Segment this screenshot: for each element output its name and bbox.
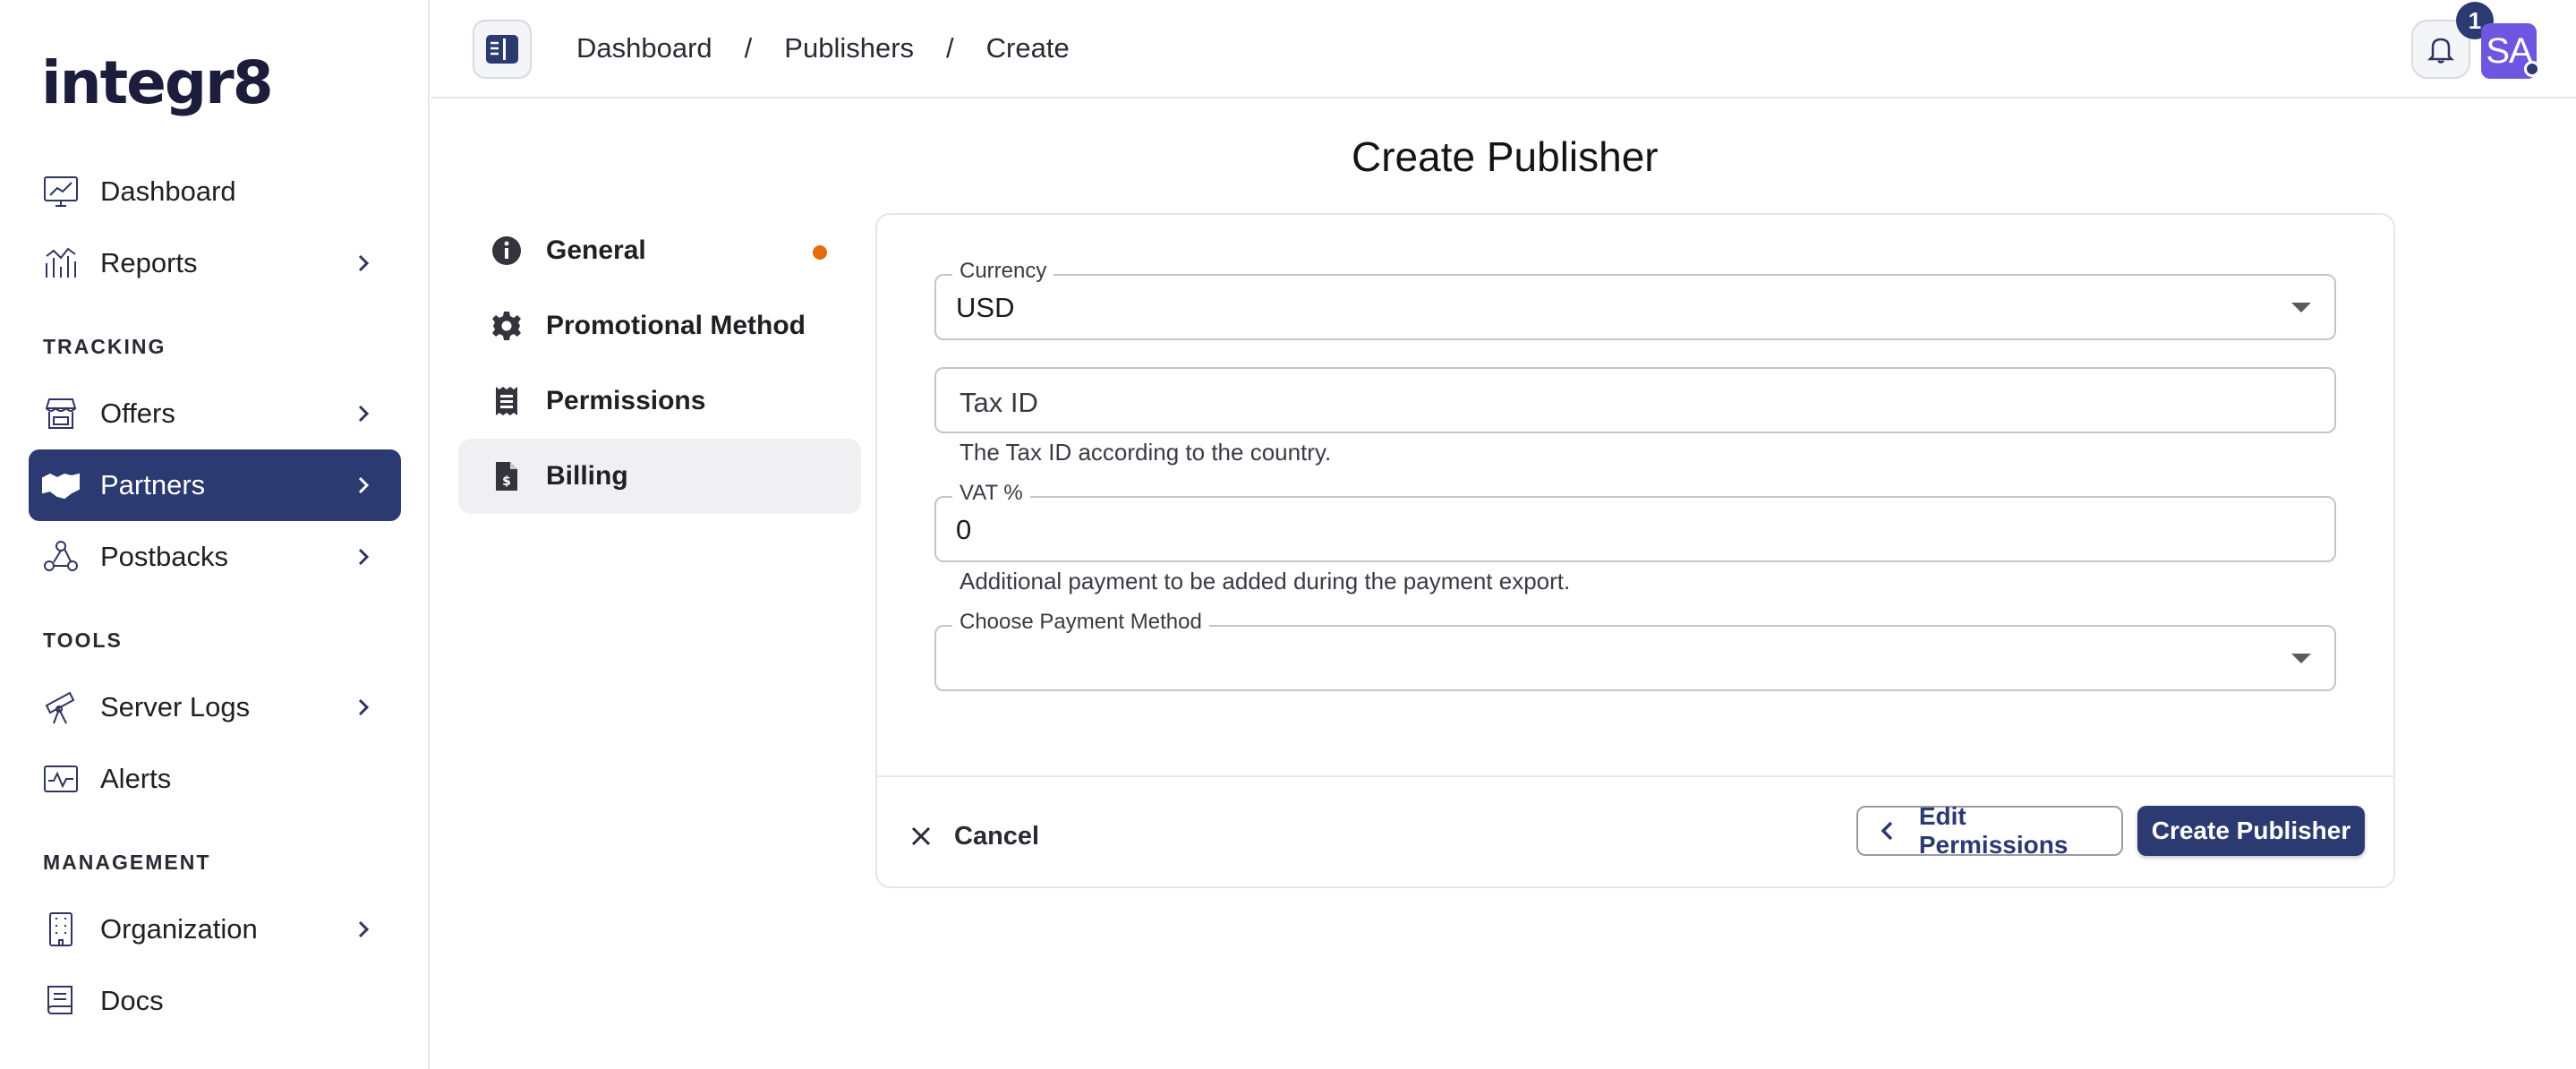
pulse-monitor-icon [41, 759, 81, 799]
sidebar: integr8 Dashboard Reports TRACKING Offer… [0, 0, 430, 1069]
webhook-icon [41, 537, 81, 577]
chevron-right-icon [351, 695, 376, 720]
sidebar-toggle-button[interactable] [473, 20, 532, 79]
info-icon [490, 235, 523, 267]
sidebar-item-label: Offers [100, 398, 175, 429]
vat-label: VAT % [952, 481, 1030, 506]
tax-id-helper-text: The Tax ID according to the country. [960, 439, 1332, 466]
chevron-right-icon [351, 401, 376, 426]
svg-text:$: $ [502, 475, 511, 489]
tax-id-input[interactable]: Tax ID [934, 367, 2336, 433]
invoice-dollar-icon: $ [490, 460, 523, 492]
cancel-button[interactable]: Cancel [909, 811, 1039, 861]
chevron-right-icon [351, 473, 376, 498]
cancel-button-label: Cancel [954, 821, 1040, 851]
tax-id-placeholder: Tax ID [960, 387, 1038, 418]
chevron-right-icon [351, 544, 376, 569]
sidebar-item-postbacks[interactable]: Postbacks [29, 521, 401, 593]
step-billing[interactable]: $ Billing [458, 439, 861, 514]
vat-helper-text: Additional payment to be added during th… [960, 568, 1571, 594]
breadcrumb-separator: / [946, 32, 954, 64]
sidebar-item-alerts[interactable]: Alerts [29, 743, 401, 815]
step-label: Billing [546, 461, 628, 491]
top-bar: Dashboard / Publishers / Create 1 SA [431, 0, 2576, 98]
handshake-icon [41, 466, 81, 505]
caret-down-icon [2291, 654, 2311, 663]
sidebar-item-offers[interactable]: Offers [29, 378, 401, 449]
sidebar-item-dashboard[interactable]: Dashboard [29, 156, 401, 227]
bar-chart-icon [41, 244, 81, 283]
sidebar-item-label: Docs [100, 985, 164, 1016]
sidebar-item-organization[interactable]: Organization [29, 894, 401, 965]
sidebar-item-label: Server Logs [100, 691, 251, 723]
section-label-tools: TOOLS [43, 629, 123, 652]
section-label-tracking: TRACKING [43, 335, 166, 358]
step-general[interactable]: General [458, 213, 861, 288]
monitor-chart-icon [41, 172, 81, 211]
bell-icon [2427, 38, 2455, 64]
edit-permissions-button[interactable]: Edit Permissions [1856, 802, 2123, 859]
book-icon [41, 981, 81, 1021]
section-label-management: MANAGEMENT [43, 851, 211, 874]
incomplete-indicator [813, 245, 827, 260]
chevron-right-icon [351, 917, 376, 942]
caret-down-icon [2291, 303, 2311, 312]
page-title: Create Publisher [1352, 133, 1659, 180]
sidebar-item-label: Partners [100, 469, 206, 500]
sidebar-item-label: Dashboard [100, 175, 236, 207]
sidebar-item-label: Organization [100, 913, 258, 945]
breadcrumb-separator: / [744, 32, 753, 64]
sidebar-item-partners[interactable]: Partners [29, 449, 401, 521]
step-promotional-method[interactable]: Promotional Method [458, 288, 861, 363]
receipt-icon [490, 385, 523, 417]
payment-method-label: Choose Payment Method [952, 610, 1209, 635]
building-icon [41, 910, 81, 949]
chevron-right-icon [351, 251, 376, 276]
step-label: Promotional Method [546, 311, 806, 340]
card-divider [877, 775, 2393, 777]
breadcrumb-create: Create [985, 32, 1070, 64]
create-publisher-button[interactable]: Create Publisher [2137, 806, 2365, 856]
telescope-icon [41, 688, 81, 727]
sidebar-item-server-logs[interactable]: Server Logs [29, 671, 401, 743]
sidebar-item-label: Alerts [100, 763, 172, 794]
app-logo[interactable]: integr8 [41, 48, 274, 117]
vat-input[interactable]: VAT % 0 [934, 481, 2336, 562]
chevron-left-icon [1881, 821, 1893, 841]
sidebar-item-label: Postbacks [100, 541, 229, 572]
vat-value: 0 [956, 514, 972, 545]
step-permissions[interactable]: Permissions [458, 363, 861, 439]
sidebar-toggle-icon [486, 35, 518, 64]
currency-label: Currency [952, 259, 1054, 284]
gear-icon [490, 310, 523, 342]
billing-form-card: Currency USD Tax ID The Tax ID according… [875, 213, 2395, 888]
close-icon [911, 826, 931, 846]
payment-method-select[interactable]: Choose Payment Method [934, 610, 2336, 691]
step-label: General [546, 235, 646, 265]
sidebar-item-docs[interactable]: Docs [29, 965, 401, 1037]
edit-permissions-label: Edit Permissions [1918, 802, 2068, 859]
online-status-indicator [2524, 61, 2540, 77]
sidebar-item-label: Reports [100, 247, 198, 278]
currency-value: USD [956, 292, 1015, 323]
create-publisher-label: Create Publisher [2151, 817, 2351, 844]
currency-select[interactable]: Currency USD [934, 259, 2336, 340]
breadcrumb-dashboard[interactable]: Dashboard [576, 32, 712, 64]
step-label: Permissions [546, 386, 706, 415]
breadcrumb: Dashboard / Publishers / Create [576, 32, 1070, 64]
storefront-icon [41, 394, 81, 433]
breadcrumb-publishers[interactable]: Publishers [784, 32, 914, 64]
sidebar-item-reports[interactable]: Reports [29, 227, 401, 299]
